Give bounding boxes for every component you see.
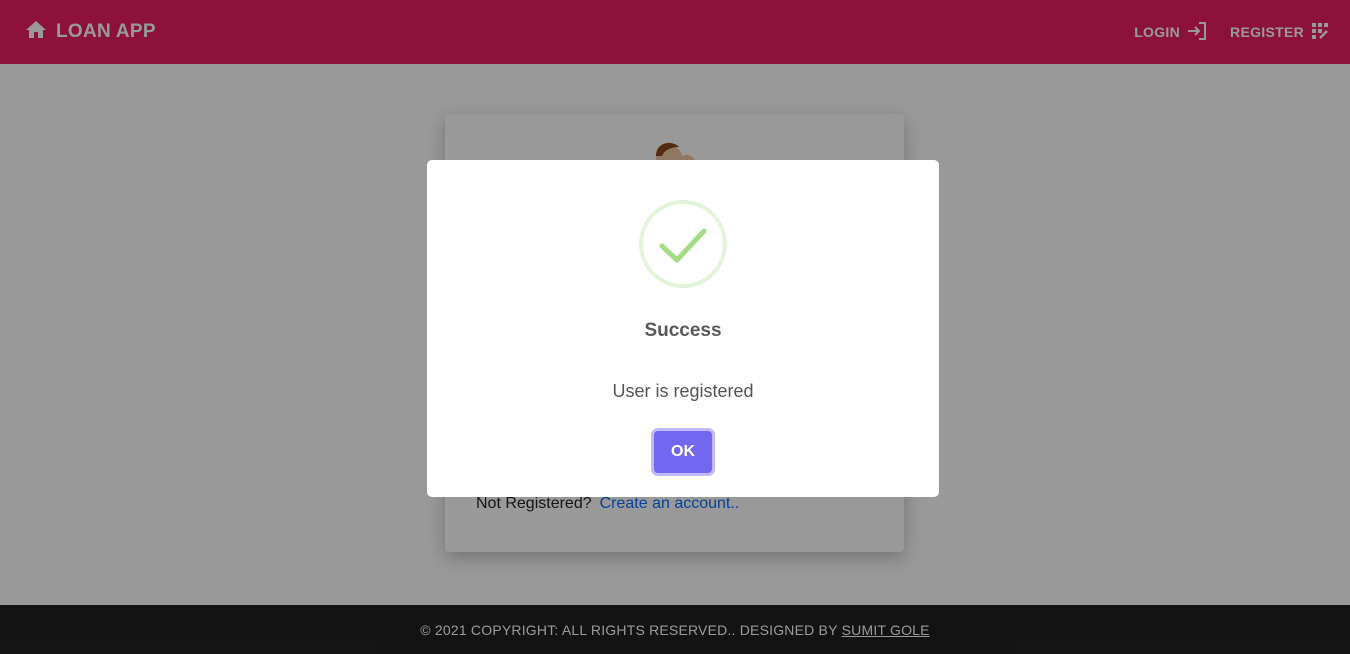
success-check-icon xyxy=(639,200,727,288)
success-modal: Success User is registered OK xyxy=(427,160,939,497)
ok-button[interactable]: OK xyxy=(654,431,712,473)
modal-title: Success xyxy=(644,320,722,341)
modal-message: User is registered xyxy=(612,381,754,401)
